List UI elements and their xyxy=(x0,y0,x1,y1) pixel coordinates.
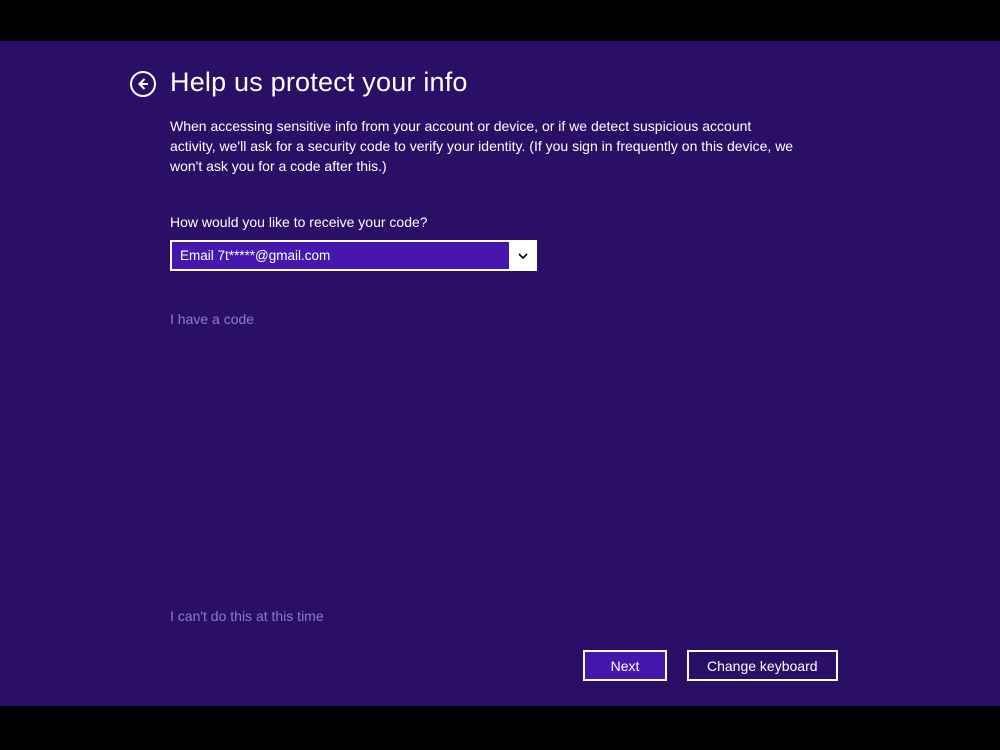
main-panel: Help us protect your info When accessing… xyxy=(0,41,1000,706)
button-row: Next Change keyboard xyxy=(0,650,1000,681)
page-title: Help us protect your info xyxy=(170,67,830,98)
back-arrow-icon xyxy=(136,77,150,91)
delivery-method-dropdown[interactable]: Email 7t*****@gmail.com xyxy=(170,240,537,271)
cant-do-link[interactable]: I can't do this at this time xyxy=(170,608,324,624)
next-button[interactable]: Next xyxy=(583,650,667,681)
question-label: How would you like to receive your code? xyxy=(170,214,830,230)
dropdown-selected-value[interactable]: Email 7t*****@gmail.com xyxy=(170,240,509,271)
chevron-down-icon xyxy=(517,250,529,262)
content-area: Help us protect your info When accessing… xyxy=(170,67,830,329)
description-text: When accessing sensitive info from your … xyxy=(170,116,800,176)
dropdown-toggle-button[interactable] xyxy=(509,240,537,271)
back-button[interactable] xyxy=(130,71,156,97)
change-keyboard-button[interactable]: Change keyboard xyxy=(687,650,838,681)
have-code-link[interactable]: I have a code xyxy=(170,311,254,327)
oobe-screen: Help us protect your info When accessing… xyxy=(0,0,1000,750)
